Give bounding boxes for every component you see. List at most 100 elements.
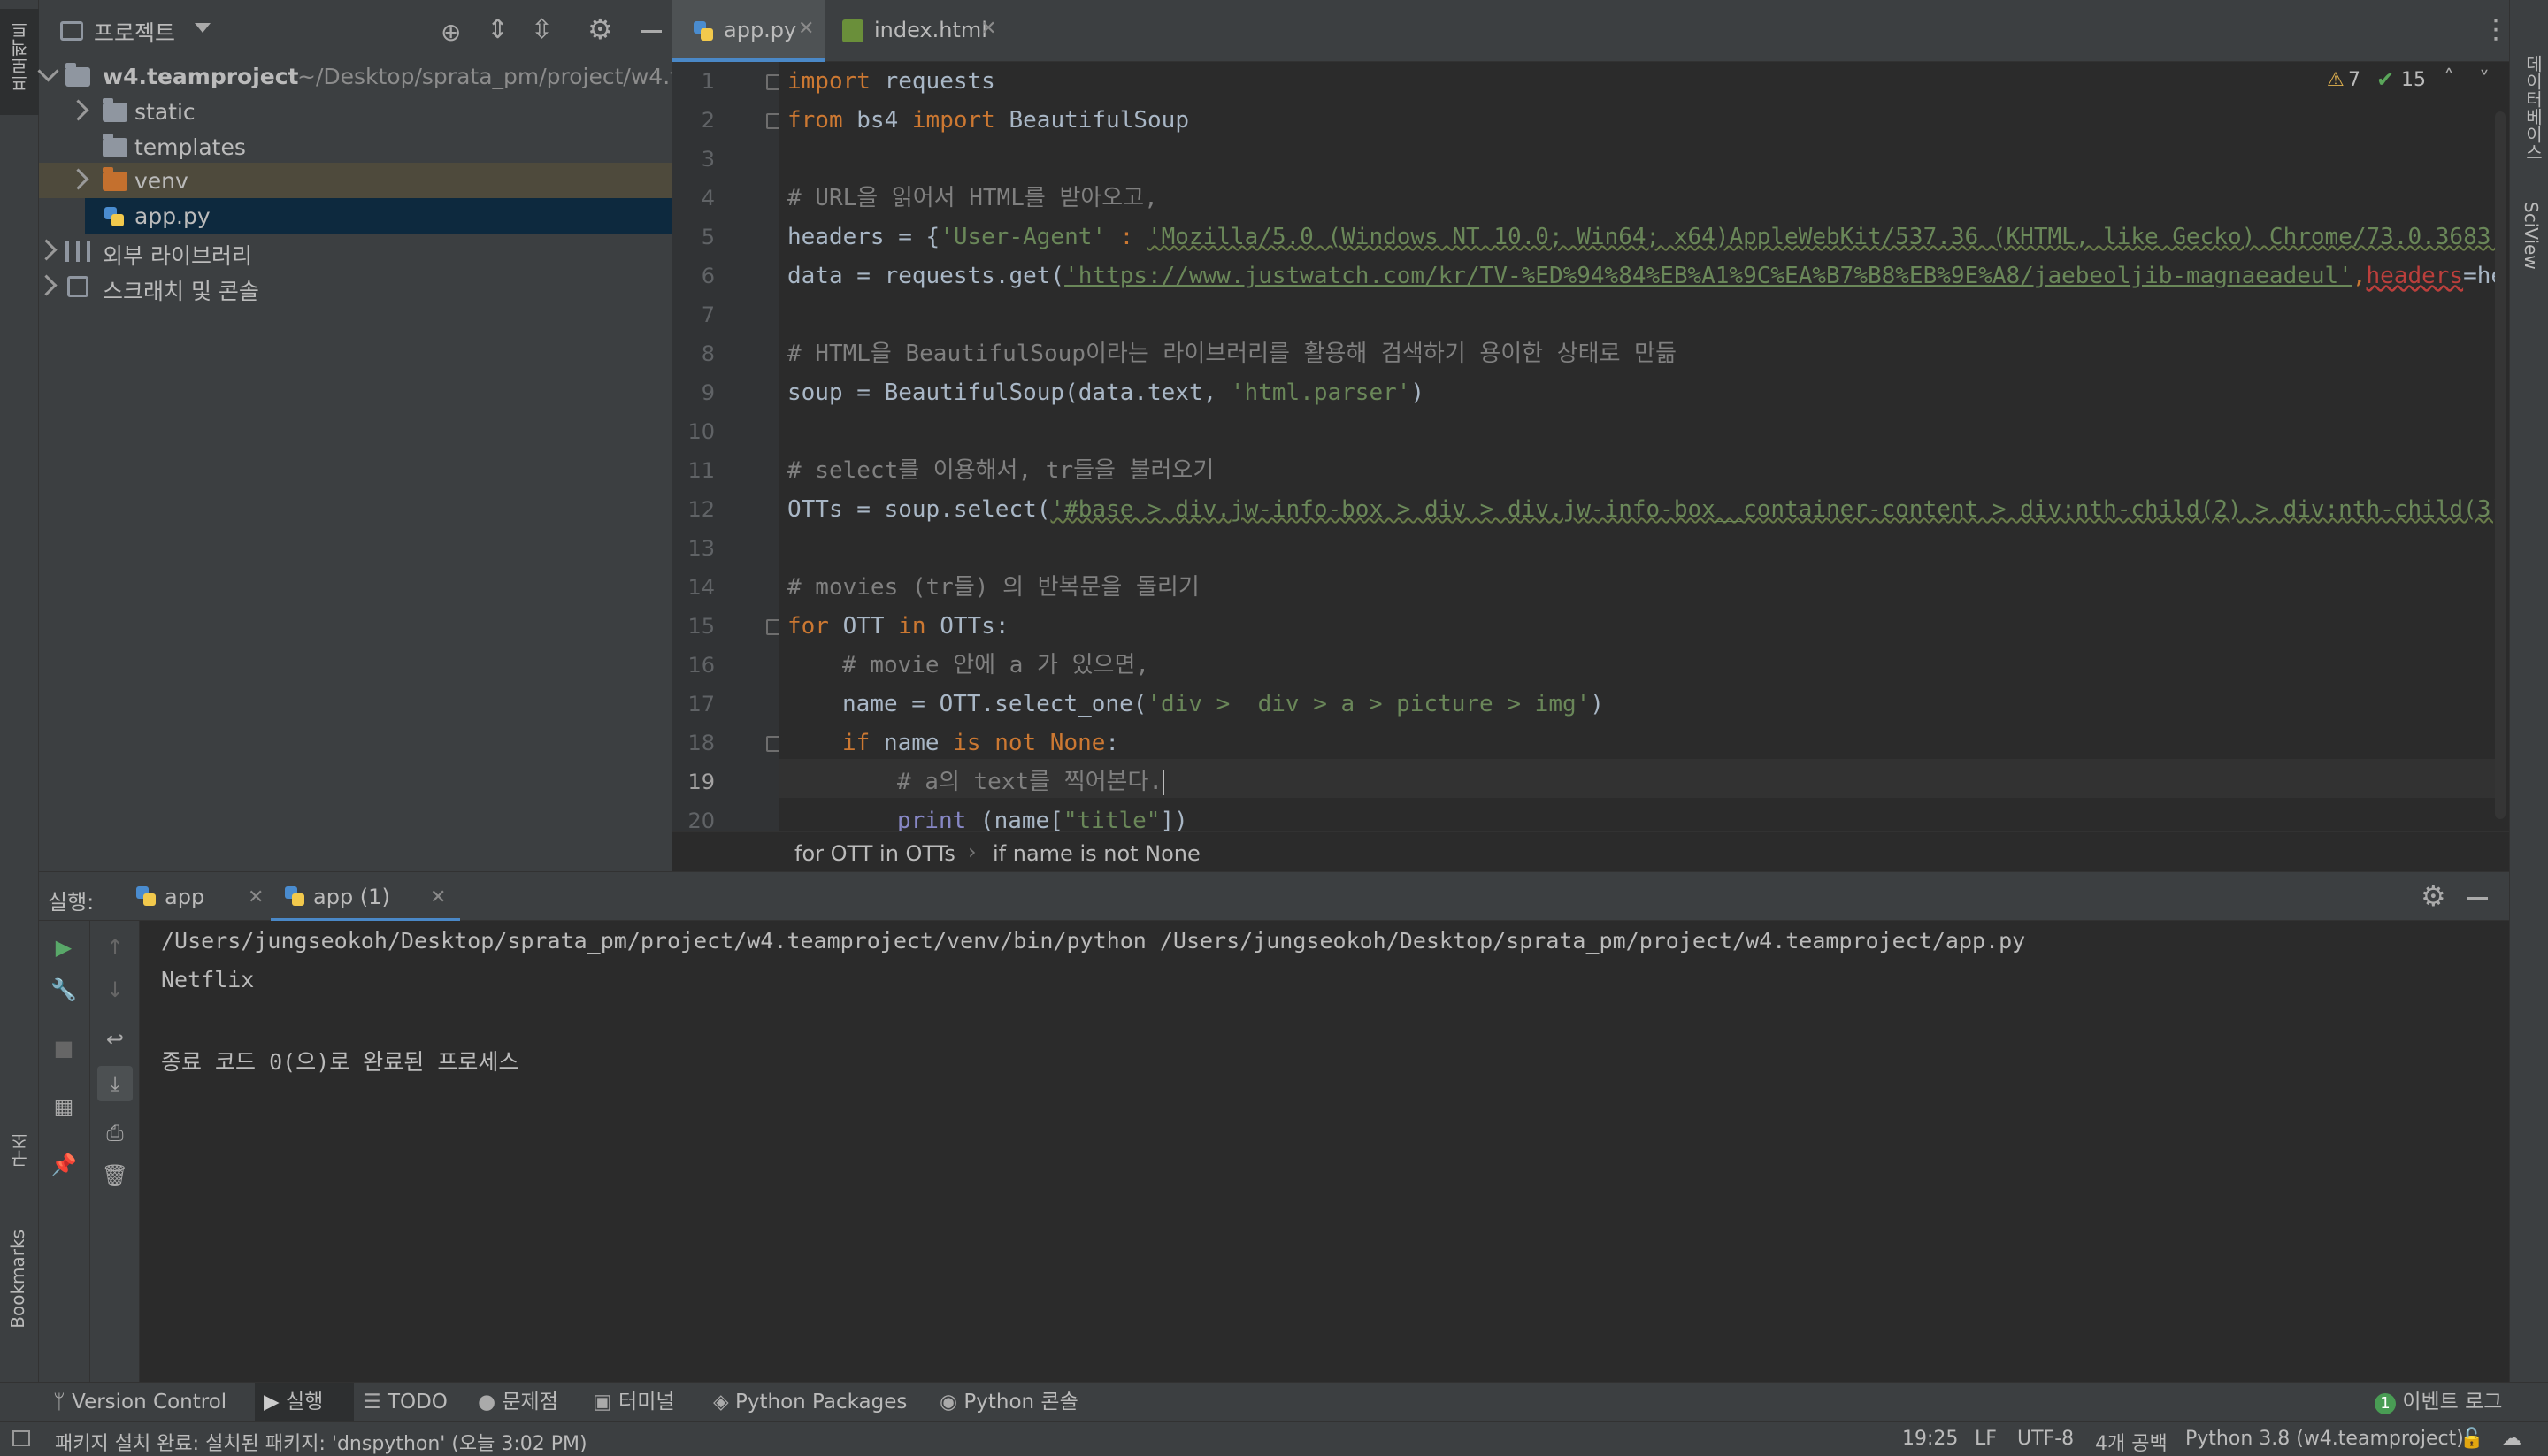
gear-icon[interactable]: ⚙ bbox=[2421, 879, 2446, 913]
expand-all-icon[interactable]: ⇕ bbox=[487, 14, 509, 45]
code-line-15: for OTT in OTTs: bbox=[787, 613, 1009, 640]
line-separator[interactable]: LF bbox=[1975, 1428, 1997, 1450]
close-icon[interactable]: ✕ bbox=[430, 886, 446, 908]
python-interpreter[interactable]: Python 3.8 (w4.teamproject) bbox=[2185, 1428, 2464, 1450]
tool-tab-run[interactable]: ▶ 실행 bbox=[255, 1383, 354, 1422]
collapse-all-icon[interactable]: ⇳ bbox=[531, 14, 553, 45]
tool-tab-version-control[interactable]: ᛘ Version Control bbox=[53, 1383, 248, 1422]
tool-tab-problems[interactable]: ● 문제점 bbox=[478, 1383, 593, 1422]
python-file-icon bbox=[103, 205, 126, 228]
run-tab-label: app bbox=[165, 885, 205, 909]
stop-icon[interactable]: ■ bbox=[46, 1031, 81, 1066]
line-number: 3 bbox=[701, 147, 715, 172]
file-encoding[interactable]: UTF-8 bbox=[2017, 1428, 2074, 1450]
folder-icon bbox=[103, 134, 127, 157]
panel-toggle-icon[interactable] bbox=[12, 1430, 30, 1446]
close-icon[interactable]: ✕ bbox=[248, 886, 264, 908]
gear-icon[interactable]: ⚙ bbox=[587, 12, 613, 46]
tool-tab-python-console[interactable]: ◉ Python 콘솔 bbox=[940, 1383, 1099, 1422]
console-line: 종료 코드 0(으)로 완료된 프로세스 bbox=[161, 1049, 519, 1075]
status-message[interactable]: 패키지 설치 완료: 설치된 패키지: 'dnspython' (오늘 3:02… bbox=[55, 1428, 587, 1456]
scratch-icon bbox=[67, 276, 88, 297]
code-line-17: name = OTT.select_one('div > div > a > p… bbox=[842, 691, 1604, 717]
scroll-to-end-icon[interactable]: ⤓ bbox=[97, 1066, 133, 1101]
tree-row-venv[interactable]: venv bbox=[39, 163, 672, 198]
tree-row-app-py[interactable]: app.py bbox=[85, 198, 672, 234]
print-icon[interactable]: ⎙ bbox=[97, 1115, 133, 1151]
tree-row-scratches[interactable]: 스크래치 및 콘솔 bbox=[35, 269, 672, 304]
tool-tab-label: 터미널 bbox=[618, 1391, 675, 1414]
code-line-20: print (name["title"]) bbox=[897, 808, 1188, 831]
database-tool-label[interactable]: 데이터베이스 bbox=[2521, 55, 2546, 161]
chevron-up-icon[interactable]: ˄ bbox=[2444, 65, 2454, 90]
run-tab-app[interactable]: app ✕ bbox=[126, 872, 267, 922]
arrow-up-icon[interactable]: ↑ bbox=[97, 930, 133, 965]
line-number: 14 bbox=[687, 575, 715, 600]
tab-app-py[interactable]: app.py ✕ bbox=[672, 0, 825, 62]
tree-label: static bbox=[134, 99, 196, 125]
chevron-right-icon[interactable] bbox=[35, 274, 58, 296]
layout-icon[interactable]: ▦ bbox=[46, 1089, 81, 1124]
tree-row-project-root[interactable]: w4.teamproject ~/Desktop/sprata_pm/proje… bbox=[37, 58, 679, 94]
more-options-icon[interactable]: ⋮ bbox=[2483, 14, 2509, 45]
bookmarks-tool-label[interactable]: Bookmarks bbox=[7, 1230, 28, 1329]
inspection-widget[interactable]: ⚠ 7 ✔ 15 ˄ ˅ bbox=[2327, 65, 2504, 101]
wrench-icon[interactable]: 🔧 bbox=[46, 972, 81, 1008]
line-number: 13 bbox=[687, 536, 715, 561]
chevron-down-icon[interactable]: ˅ bbox=[2479, 67, 2490, 92]
project-view-icon bbox=[60, 21, 83, 41]
tree-row-templates[interactable]: templates bbox=[39, 129, 672, 165]
chevron-down-icon[interactable] bbox=[195, 23, 211, 33]
console-output[interactable]: /Users/jungseokoh/Desktop/sprata_pm/proj… bbox=[140, 921, 2509, 1382]
run-tab-app-1[interactable]: app (1) ✕ bbox=[271, 872, 460, 922]
tree-row-external-libraries[interactable]: 외부 라이브러리 bbox=[35, 234, 672, 269]
run-toolbar-secondary: ↑ ↓ ↩ ⤓ ⎙ 🗑 bbox=[90, 921, 140, 1382]
minimize-icon[interactable] bbox=[2467, 897, 2488, 900]
pin-icon[interactable]: 📌 bbox=[46, 1147, 81, 1183]
chevron-right-icon[interactable] bbox=[35, 239, 58, 261]
line-number: 17 bbox=[687, 692, 715, 717]
tool-tab-todo[interactable]: ☰ TODO bbox=[363, 1383, 460, 1422]
line-number: 10 bbox=[687, 419, 715, 444]
soft-wrap-icon[interactable]: ↩ bbox=[97, 1022, 133, 1057]
event-log-button[interactable]: 1 이벤트 로그 bbox=[2375, 1383, 2507, 1422]
sciview-tool-label[interactable]: SciView bbox=[2521, 202, 2542, 270]
chevron-right-icon[interactable] bbox=[67, 168, 89, 190]
rerun-icon[interactable]: ▶ bbox=[46, 930, 81, 965]
minimize-icon[interactable] bbox=[641, 30, 662, 33]
locate-icon[interactable]: ⊕ bbox=[441, 18, 461, 47]
console-line: /Users/jungseokoh/Desktop/sprata_pm/proj… bbox=[161, 928, 2026, 954]
close-icon[interactable]: ✕ bbox=[980, 18, 996, 40]
trash-icon[interactable]: 🗑 bbox=[97, 1158, 133, 1193]
packages-icon: ◈ bbox=[713, 1391, 729, 1414]
project-panel-title[interactable]: 프로젝트 bbox=[94, 16, 175, 48]
lock-icon[interactable]: 🔓 bbox=[2460, 1428, 2483, 1450]
line-number: 2 bbox=[701, 108, 715, 133]
project-tool-button[interactable]: 프로젝트 bbox=[0, 9, 39, 115]
tree-row-static[interactable]: static bbox=[39, 94, 672, 129]
tool-tab-python-packages[interactable]: ◈ Python Packages bbox=[713, 1383, 917, 1422]
tool-tab-terminal[interactable]: ▣ 터미널 bbox=[593, 1383, 699, 1422]
arrow-down-icon[interactable]: ↓ bbox=[97, 972, 133, 1008]
breadcrumb-item[interactable]: for OTT in OTTs bbox=[794, 841, 956, 866]
editor-tab-bar: app.py ✕ index.html ✕ ⋮ bbox=[672, 0, 2509, 62]
close-icon[interactable]: ✕ bbox=[798, 18, 814, 40]
code-line-14: # movies (tr들) 의 반복문을 돌리기 bbox=[787, 574, 1200, 601]
chevron-right-icon[interactable] bbox=[67, 99, 89, 121]
indent-setting[interactable]: 4개 공백 bbox=[2095, 1428, 2168, 1456]
line-number: 1 bbox=[701, 69, 715, 94]
caret-position[interactable]: 19:25 bbox=[1902, 1428, 1958, 1450]
structure-tool-label[interactable]: 구조 bbox=[7, 1132, 33, 1168]
editor-scrollbar[interactable] bbox=[2495, 111, 2506, 819]
chevron-down-icon[interactable] bbox=[37, 60, 59, 82]
notification-icon[interactable]: ☁ bbox=[2502, 1428, 2521, 1450]
tool-tab-label: Python 콘솔 bbox=[963, 1391, 1078, 1414]
tool-tab-label: 실행 bbox=[286, 1391, 324, 1414]
breadcrumb-item[interactable]: if name is not None bbox=[993, 841, 1201, 866]
editor-gutter: 1 2 3 4 5 6 7 8 9 10 11 12 13 14 15 16 1… bbox=[672, 62, 780, 833]
code-editor[interactable]: import requests from bs4 import Beautifu… bbox=[779, 62, 2495, 831]
tab-index-html[interactable]: index.html ✕ bbox=[825, 0, 1002, 62]
tool-tab-label: Version Control bbox=[72, 1391, 227, 1414]
code-line-18: if name is not None: bbox=[842, 730, 1120, 756]
line-number: 11 bbox=[687, 458, 715, 483]
